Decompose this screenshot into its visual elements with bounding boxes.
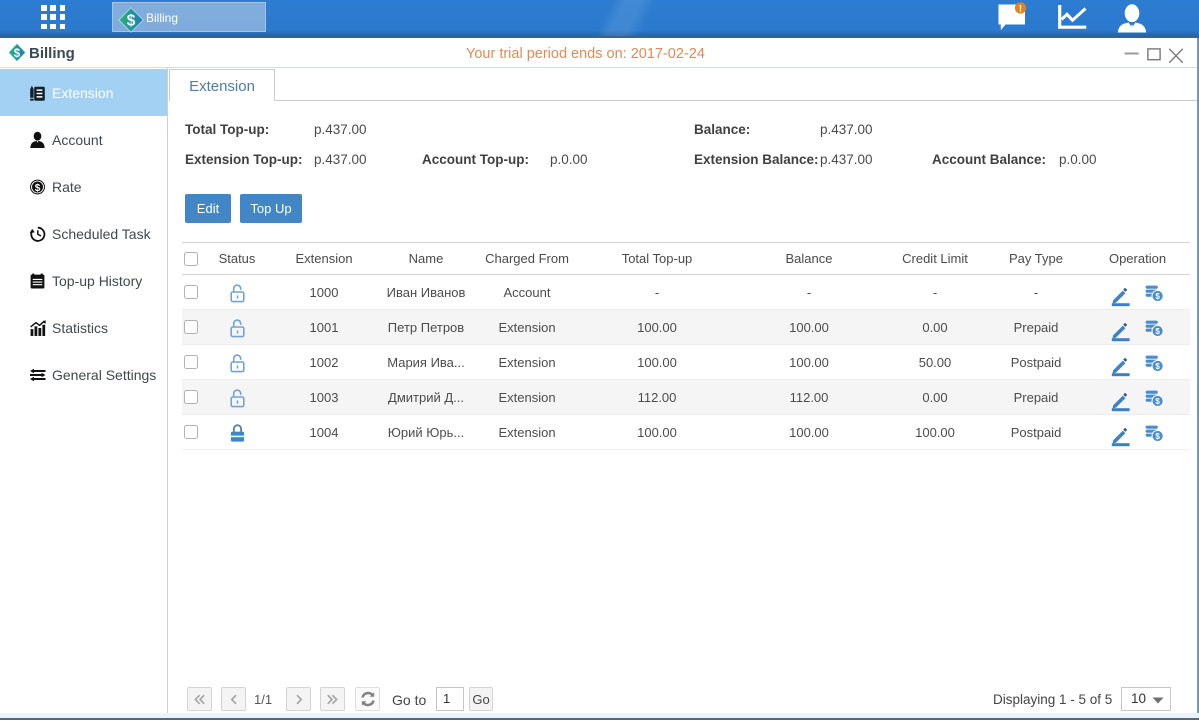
svg-text:$: $ xyxy=(1155,432,1160,441)
svg-text:$: $ xyxy=(127,13,136,30)
svg-text:$: $ xyxy=(1155,292,1160,301)
svg-text:$: $ xyxy=(1155,362,1160,371)
svg-text:$: $ xyxy=(14,48,21,60)
svg-text:$: $ xyxy=(1155,397,1160,406)
svg-text:$: $ xyxy=(1155,327,1160,336)
svg-text:$: $ xyxy=(35,182,41,193)
svg-text:!: ! xyxy=(1019,3,1022,14)
